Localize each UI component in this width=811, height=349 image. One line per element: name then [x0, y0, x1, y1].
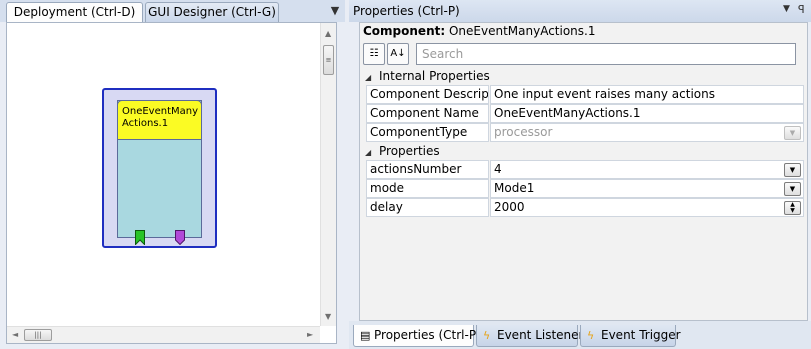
dropdown-arrow-icon[interactable]: ▼ [784, 163, 801, 177]
actions-number-select[interactable]: 4 ▼ [490, 160, 804, 179]
search-input[interactable]: Search [416, 43, 796, 65]
property-key: delay [366, 198, 489, 217]
property-key: Component Name [366, 104, 489, 123]
lightning-icon: ϟ [587, 329, 595, 342]
pin-icon[interactable]: ꟼ [798, 3, 805, 16]
component-label[interactable]: OneEventManyActions.1 [117, 100, 202, 140]
scroll-right-icon[interactable]: ► [307, 330, 313, 340]
component-description-field[interactable]: One input event raises many actions [490, 85, 804, 104]
property-key: ComponentType [366, 123, 489, 142]
vertical-scroll-thumb[interactable]: ≡ [323, 45, 334, 75]
tab-deployment[interactable]: Deployment (Ctrl-D) [6, 2, 143, 22]
actions-number-value: 4 [494, 162, 502, 176]
pane-menu-icon[interactable]: ▼ [328, 3, 342, 19]
component-name-value: OneEventManyActions.1 [448, 24, 596, 38]
property-row[interactable]: ComponentType processor ▼ [366, 123, 804, 142]
tab-event-trigger[interactable]: ϟ Event Trigger [580, 325, 681, 347]
property-key: actionsNumber [366, 160, 489, 179]
scroll-left-icon[interactable]: ◄ [12, 330, 18, 340]
scroll-up-icon[interactable]: ▲ [325, 29, 331, 39]
property-row[interactable]: actionsNumber 4 ▼ [366, 160, 804, 179]
deployment-tab-strip: Deployment (Ctrl-D) GUI Designer (Ctrl-G… [0, 0, 345, 22]
property-row[interactable]: Component Name OneEventManyActions.1 [366, 104, 804, 123]
dropdown-arrow-icon: ▼ [784, 126, 801, 140]
component-name-field[interactable]: OneEventManyActions.1 [490, 104, 804, 123]
tab-properties[interactable]: ▤ Properties (Ctrl-P) [353, 325, 481, 347]
section-properties[interactable]: ◢ Properties [365, 142, 440, 160]
tab-label: Event Listener [497, 328, 584, 342]
component-type-value: processor [494, 125, 553, 139]
lightning-icon: ϟ [483, 329, 491, 342]
property-row[interactable]: delay 2000 ▲ ▼ [366, 198, 804, 217]
event-input-port-icon[interactable] [135, 230, 145, 245]
delay-spinner[interactable]: 2000 ▲ ▼ [490, 198, 804, 217]
property-key: mode [366, 179, 489, 198]
scroll-down-icon[interactable]: ▼ [325, 312, 331, 322]
event-output-port-icon[interactable] [175, 230, 185, 245]
selected-component: Component: OneEventManyActions.1 [363, 24, 596, 38]
dropdown-arrow-icon[interactable]: ▼ [784, 182, 801, 196]
section-title: Properties [379, 144, 440, 158]
mode-select[interactable]: Mode1 ▼ [490, 179, 804, 198]
vertical-scrollbar[interactable]: ▲ ≡ ▼ [320, 23, 336, 326]
mode-value: Mode1 [494, 181, 535, 195]
section-title: Internal Properties [379, 69, 490, 83]
properties-icon: ▤ [360, 329, 371, 342]
pane-dropdown-icon[interactable]: ▼ [783, 4, 790, 14]
component-caption: Component: [363, 24, 446, 38]
categorized-view-icon[interactable]: ☷ [363, 43, 385, 65]
alphabetical-sort-icon[interactable]: A↓ [387, 43, 409, 65]
tab-event-listener[interactable]: ϟ Event Listener [476, 325, 583, 347]
delay-value: 2000 [494, 200, 525, 214]
section-internal-properties[interactable]: ◢ Internal Properties [365, 67, 490, 85]
tab-label: Event Trigger [601, 328, 681, 342]
property-row[interactable]: mode Mode1 ▼ [366, 179, 804, 198]
property-row[interactable]: Component Descriptio One input event rai… [366, 85, 804, 104]
property-key: Component Descriptio [366, 85, 489, 104]
tab-gui-designer[interactable]: GUI Designer (Ctrl-G) [145, 2, 279, 22]
properties-pane-title: Properties (Ctrl-P) [353, 4, 460, 18]
horizontal-scrollbar[interactable]: ◄ ||| ► [7, 326, 320, 343]
tab-label: Properties (Ctrl-P) [374, 328, 481, 342]
spinner-arrows-icon[interactable]: ▲ ▼ [784, 201, 801, 215]
component-type-field: processor ▼ [490, 123, 804, 142]
horizontal-scroll-thumb[interactable]: ||| [24, 329, 52, 341]
